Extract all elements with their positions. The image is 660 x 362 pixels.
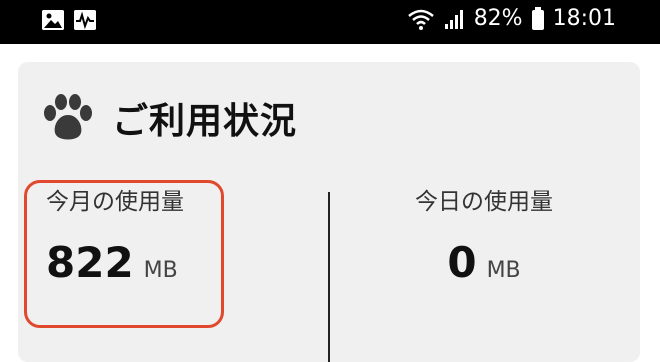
paw-icon bbox=[44, 94, 92, 140]
today-usage: 今日の使用量 0 MB bbox=[328, 182, 640, 287]
image-icon bbox=[42, 10, 64, 30]
status-bar: 82% 18:01 bbox=[0, 0, 660, 44]
status-bar-left-icons bbox=[42, 10, 96, 30]
today-usage-unit: MB bbox=[486, 258, 521, 283]
status-bar-right: 82% 18:01 bbox=[406, 6, 616, 31]
today-usage-number: 0 bbox=[447, 238, 477, 287]
signal-icon bbox=[444, 9, 463, 29]
card-title: ご利用状況 bbox=[112, 101, 298, 142]
today-usage-value-row: 0 MB bbox=[328, 238, 640, 287]
battery-percent: 82% bbox=[473, 6, 523, 31]
activity-icon bbox=[74, 10, 96, 30]
wifi-icon bbox=[407, 9, 434, 30]
clock-time: 18:01 bbox=[552, 6, 616, 31]
battery-icon bbox=[531, 6, 544, 30]
card-header: ご利用状況 bbox=[42, 92, 297, 144]
today-usage-label: 今日の使用量 bbox=[415, 189, 553, 215]
highlight-annotation bbox=[24, 180, 224, 328]
